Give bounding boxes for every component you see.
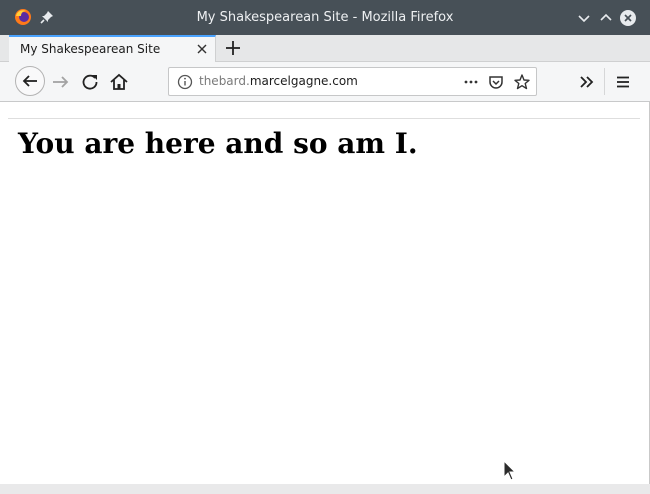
page-content: You are here and so am I. bbox=[8, 118, 640, 485]
bookmark-star-icon[interactable] bbox=[513, 73, 531, 91]
new-tab-plus-icon[interactable] bbox=[223, 38, 243, 58]
maximize-chevron-up-icon[interactable] bbox=[597, 9, 615, 27]
title-bar: My Shakespearean Site - Mozilla Firefox bbox=[0, 0, 650, 35]
window-bottom-edge bbox=[0, 484, 650, 494]
forward-arrow-right-icon[interactable] bbox=[49, 70, 73, 94]
window-title: My Shakespearean Site - Mozilla Firefox bbox=[196, 10, 454, 25]
tab-bar: My Shakespearean Site bbox=[0, 35, 650, 62]
url-domain: marcelgagne.com bbox=[249, 74, 358, 88]
tab-my-shakespearean-site[interactable]: My Shakespearean Site bbox=[9, 35, 216, 62]
info-icon[interactable] bbox=[176, 73, 194, 91]
browser-window: My Shakespearean Site - Mozilla Firefox … bbox=[0, 0, 650, 494]
arrow-left-icon bbox=[22, 75, 37, 87]
close-window-icon[interactable] bbox=[619, 9, 637, 27]
reload-icon[interactable] bbox=[78, 70, 102, 94]
minimize-chevron-down-icon[interactable] bbox=[575, 9, 593, 27]
pocket-icon[interactable] bbox=[487, 73, 505, 91]
url-subdomain: thebard. bbox=[199, 74, 250, 88]
page-heading: You are here and so am I. bbox=[18, 127, 418, 160]
url-bar[interactable]: thebard.marcelgagne.com bbox=[168, 67, 537, 96]
tab-label: My Shakespearean Site bbox=[20, 42, 161, 56]
back-button[interactable] bbox=[15, 66, 45, 96]
mouse-pointer-icon bbox=[503, 460, 517, 481]
overflow-double-chevron-right-icon[interactable] bbox=[575, 70, 599, 94]
hamburger-menu-icon[interactable] bbox=[611, 70, 635, 94]
navigation-toolbar: thebard.marcelgagne.com bbox=[0, 62, 650, 102]
tab-close-icon[interactable] bbox=[196, 43, 208, 55]
page-actions-more-horizontal-icon[interactable] bbox=[462, 73, 480, 91]
url-text[interactable]: thebard.marcelgagne.com bbox=[199, 68, 358, 95]
home-icon[interactable] bbox=[107, 70, 131, 94]
toolbar-separator bbox=[604, 68, 605, 95]
